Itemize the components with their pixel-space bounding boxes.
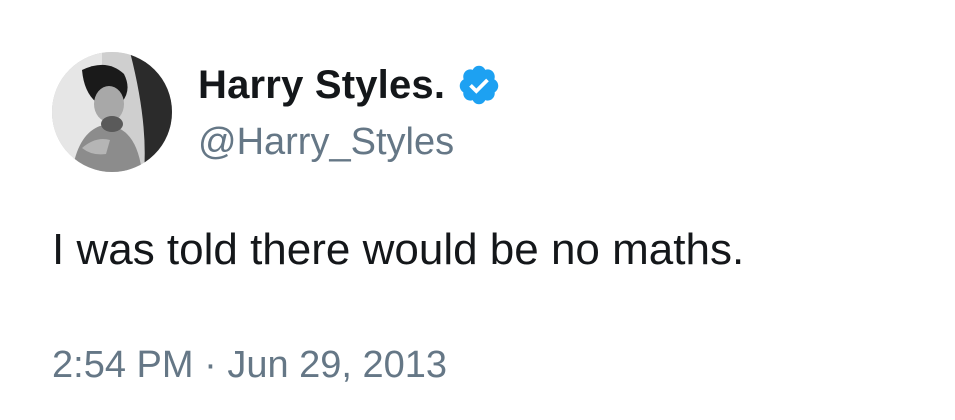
profile-photo [52,52,172,172]
user-handle[interactable]: @Harry_Styles [198,118,454,166]
tweet-card: Harry Styles. @Harry_Styles I was told t… [0,0,955,420]
avatar[interactable] [52,52,172,172]
meta-separator: · [193,344,228,386]
name-row: Harry Styles. [198,60,501,110]
tweet-date: Jun 29, 2013 [227,344,448,386]
display-name[interactable]: Harry Styles. [198,60,445,110]
tweet-time: 2:54 PM [52,344,194,386]
verified-badge-icon [457,63,501,107]
tweet-timestamp[interactable]: 2:54 PM · Jun 29, 2013 [52,340,447,390]
tweet-text: I was told there would be no maths. [52,225,745,274]
